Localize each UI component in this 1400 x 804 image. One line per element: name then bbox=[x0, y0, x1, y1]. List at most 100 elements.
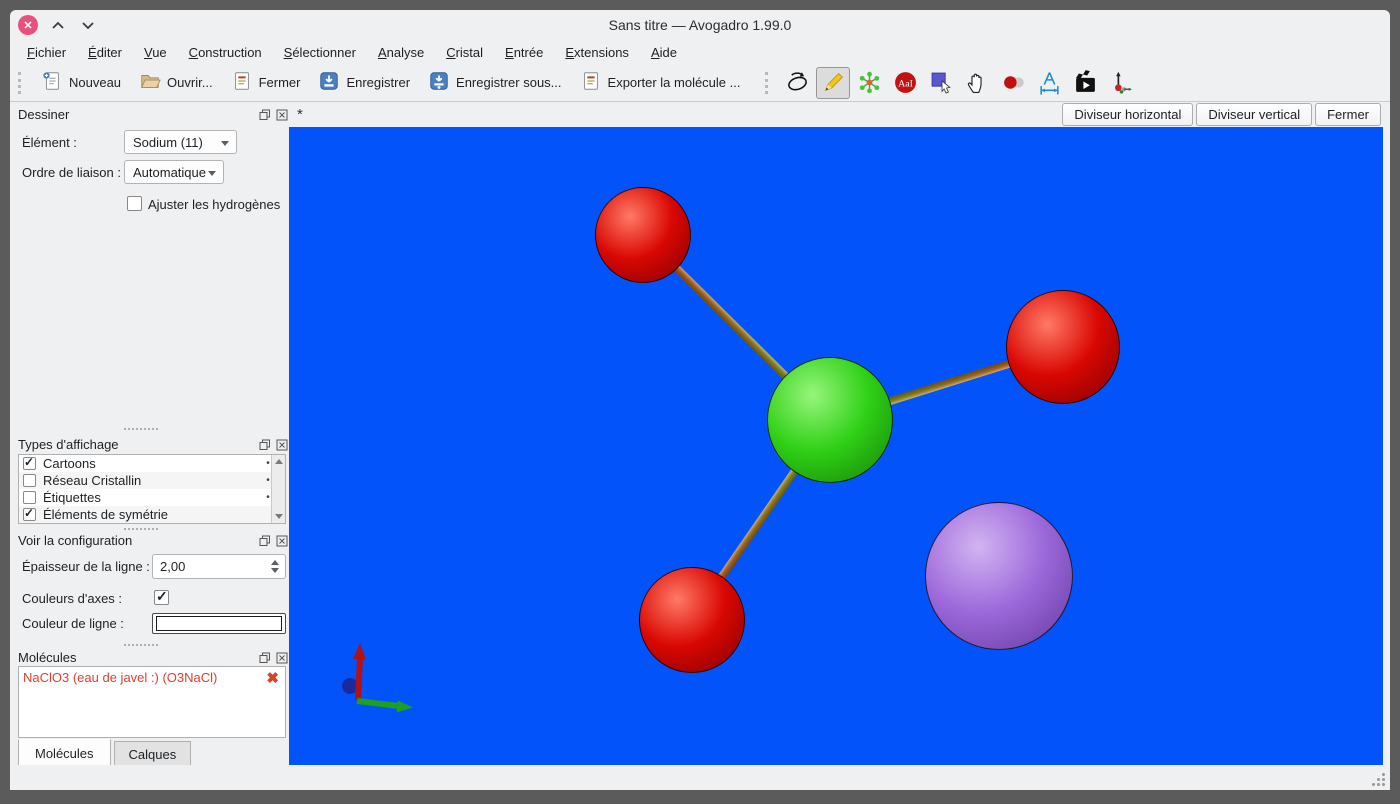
exporterlamolécule-button[interactable]: Exporter la molécule ... bbox=[571, 66, 750, 99]
float-icon bbox=[259, 535, 270, 546]
clapperboard-icon bbox=[1076, 70, 1095, 92]
panel-float-button[interactable] bbox=[258, 651, 271, 664]
selection-cursor-icon bbox=[931, 72, 951, 94]
menu-cristal[interactable]: Cristal bbox=[437, 42, 492, 63]
menu-vue[interactable]: Vue bbox=[135, 42, 176, 63]
diviseur-vertical-button[interactable]: Diviseur vertical bbox=[1196, 103, 1313, 126]
align-tool-button[interactable] bbox=[1104, 67, 1138, 99]
menu-diter[interactable]: Éditer bbox=[79, 42, 131, 63]
display-types-scrollbar[interactable] bbox=[271, 455, 285, 523]
display-type-row[interactable]: Étiquettes••• bbox=[19, 489, 285, 506]
display-type-row[interactable]: Réseau Cristallin••• bbox=[19, 472, 285, 489]
oxygen-atom[interactable] bbox=[639, 567, 745, 673]
menu-extensions[interactable]: Extensions bbox=[556, 42, 638, 63]
label-tool-button[interactable]: AaI bbox=[888, 67, 922, 99]
menu-construction[interactable]: Construction bbox=[180, 42, 271, 63]
panel-close-button[interactable] bbox=[275, 651, 288, 664]
viewport-header-strip: * Diviseur horizontal Diviseur vertical Fe… bbox=[289, 102, 1383, 127]
menu-fichier[interactable]: Fichier bbox=[18, 42, 75, 63]
line-width-spinbox[interactable]: 2,00 bbox=[152, 554, 286, 579]
panel-float-button[interactable] bbox=[258, 534, 271, 547]
oxygen-atom[interactable] bbox=[1006, 290, 1120, 404]
float-icon bbox=[259, 439, 270, 450]
navigate-tool-button[interactable] bbox=[780, 67, 814, 99]
panel-close-button[interactable] bbox=[275, 438, 288, 451]
toolbar-drag-handle[interactable] bbox=[18, 71, 27, 94]
molecules-list: NaClO3 (eau de javel :) (O3NaCl) ✖ bbox=[18, 666, 286, 738]
menu-slectionner[interactable]: Sélectionner bbox=[275, 42, 365, 63]
avogadro-window: ✕ Sans titre — Avogadro 1.99.0 Fichier Éd… bbox=[10, 10, 1390, 790]
display-type-row[interactable]: Cartoons••• bbox=[19, 455, 285, 472]
svg-text:AaI: AaI bbox=[898, 78, 913, 89]
enregistrersous-button[interactable]: Enregistrer sous... bbox=[419, 66, 571, 99]
display-type-row[interactable]: Éléments de symétrie bbox=[19, 506, 285, 523]
toolbar-drag-handle[interactable] bbox=[765, 71, 774, 94]
display-type-checkbox[interactable] bbox=[23, 474, 36, 487]
element-value: Sodium (11) bbox=[133, 134, 203, 150]
titlebar[interactable]: ✕ Sans titre — Avogadro 1.99.0 bbox=[10, 10, 1390, 40]
color-swatch bbox=[156, 616, 282, 631]
adjust-hydrogens-checkbox[interactable] bbox=[127, 196, 142, 211]
save-as-icon bbox=[428, 70, 450, 95]
panel-close-button[interactable] bbox=[275, 108, 288, 121]
measure-tool-button[interactable] bbox=[1032, 67, 1066, 99]
display-type-checkbox[interactable] bbox=[23, 506, 36, 521]
panel-float-button[interactable] bbox=[258, 438, 271, 451]
chlorine-atom[interactable] bbox=[767, 357, 893, 483]
display-type-checkbox[interactable] bbox=[23, 491, 36, 504]
float-icon bbox=[259, 652, 270, 663]
bond-spheres-icon bbox=[1004, 76, 1024, 89]
oxygen-atom[interactable] bbox=[595, 187, 691, 283]
scroll-down-icon bbox=[275, 514, 283, 519]
select-tool-button[interactable] bbox=[924, 67, 958, 99]
template-tool-button[interactable] bbox=[852, 67, 886, 99]
dock-splitter-handle[interactable] bbox=[124, 428, 158, 430]
toolbar: Nouveau Ouvrir... Fermer Enregistrer Enregis… bbox=[10, 64, 1390, 102]
close-icon bbox=[276, 535, 287, 546]
fermer-button[interactable]: Fermer bbox=[222, 66, 310, 99]
close-icon bbox=[276, 439, 287, 450]
draw-tool-button[interactable] bbox=[816, 66, 851, 99]
diviseur-horizontal-button[interactable]: Diviseur horizontal bbox=[1062, 103, 1194, 126]
doc-new-icon bbox=[41, 70, 63, 95]
bond-order-value: Automatique bbox=[133, 164, 206, 180]
delete-molecule-icon[interactable]: ✖ bbox=[266, 669, 279, 687]
line-width-value: 2,00 bbox=[160, 559, 186, 574]
panel-title: Molécules bbox=[18, 650, 77, 665]
element-select[interactable]: Sodium (11) bbox=[124, 130, 237, 154]
scroll-up-icon bbox=[275, 459, 283, 464]
bond-centric-tool-button[interactable] bbox=[996, 67, 1030, 99]
nouveau-button[interactable]: Nouveau bbox=[32, 66, 130, 99]
axes-colors-label: Couleurs d'axes : bbox=[22, 591, 123, 606]
menu-aide[interactable]: Aide bbox=[642, 42, 686, 63]
line-color-button[interactable] bbox=[152, 613, 286, 634]
menu-analyse[interactable]: Analyse bbox=[369, 42, 433, 63]
float-icon bbox=[259, 109, 270, 120]
menu-entre[interactable]: Entrée bbox=[496, 42, 552, 63]
resize-grip[interactable] bbox=[1371, 772, 1385, 786]
molecule-list-item[interactable]: NaClO3 (eau de javel :) (O3NaCl) ✖ bbox=[19, 667, 285, 687]
bond-order-label: Ordre de liaison : bbox=[22, 165, 121, 180]
manipulate-tool-button[interactable] bbox=[960, 67, 994, 99]
dock-splitter-handle[interactable] bbox=[124, 644, 158, 646]
dock-splitter-handle[interactable] bbox=[124, 528, 158, 530]
animation-tool-button[interactable] bbox=[1068, 67, 1102, 99]
axes-colors-checkbox[interactable] bbox=[154, 588, 169, 605]
ouvrir-button[interactable]: Ouvrir... bbox=[130, 66, 222, 99]
panel-close-button[interactable] bbox=[275, 534, 288, 547]
toolbar-button-label: Fermer bbox=[258, 75, 301, 90]
enregistrer-button[interactable]: Enregistrer bbox=[309, 66, 419, 99]
bond-order-select[interactable]: Automatique bbox=[124, 160, 224, 184]
display-type-checkbox[interactable] bbox=[23, 455, 36, 470]
sodium-atom[interactable] bbox=[925, 502, 1073, 650]
fermer-button[interactable]: Fermer bbox=[1315, 103, 1381, 126]
panel-float-button[interactable] bbox=[258, 108, 271, 121]
window-title: Sans titre — Avogadro 1.99.0 bbox=[608, 17, 792, 33]
element-label: Élément : bbox=[22, 135, 77, 150]
molecule-name: NaClO3 (eau de javel :) (O3NaCl) bbox=[23, 670, 218, 685]
display-type-label: Réseau Cristallin bbox=[43, 473, 142, 488]
tab-molcules[interactable]: Molécules bbox=[18, 739, 111, 768]
statusbar bbox=[10, 765, 1390, 790]
tab-calques[interactable]: Calques bbox=[113, 741, 192, 768]
molecule-3d-view[interactable] bbox=[289, 127, 1383, 765]
